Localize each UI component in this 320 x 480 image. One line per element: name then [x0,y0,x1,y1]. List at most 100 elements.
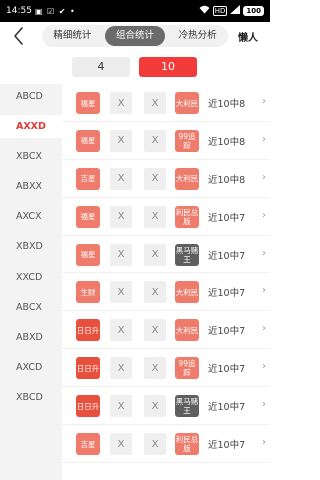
source-tag: 黑马赌王 [175,243,199,266]
empty-slot: X [144,92,166,114]
sidebar-item[interactable]: XXCD [0,266,62,289]
source-tag: 福星 [76,129,100,152]
empty-slot: X [144,319,166,342]
empty-slot: X [144,167,166,190]
empty-slot: X [144,205,166,228]
empty-slot: X [144,129,166,152]
source-tag: 吉星 [76,167,100,190]
empty-slot: X [110,319,132,342]
chevron-right-icon: › [262,171,266,183]
chevron-left-icon [14,27,23,45]
back-button[interactable] [8,24,30,48]
empty-slot: X [110,205,132,228]
tab-detail-stats[interactable]: 精细统计 [42,26,103,46]
sidebar-item[interactable]: ABXD [0,326,62,349]
chevron-right-icon: › [262,133,266,145]
sidebar-item[interactable]: XBCD [0,386,62,409]
list-item[interactable]: 日日升 X X 大利民 近10中7 › [62,311,270,350]
hit-rate-text: 近10中7 [208,250,246,262]
chevron-right-icon: › [262,285,266,297]
list-item[interactable]: 福星 X X 99追踪 近10中8 › [62,122,270,160]
empty-slot: X [110,92,132,114]
empty-slot: X [110,167,132,190]
status-bar: 14:55 ▣ ☑ ✔ • HD 100 [0,0,270,22]
empty-slot: X [110,243,132,266]
list-item[interactable]: 福星 X X 大利民 近10中8 › [62,84,270,122]
result-list: 福星 X X 大利民 近10中8 › 福星 X X 99追踪 近10中8 › 吉星 X X 大利民 近10中8 ›… [62,84,270,480]
hit-rate-text: 近10中8 [208,99,246,110]
source-tag: 生财 [76,281,100,304]
battery-icon: 100 [243,6,264,16]
status-time: 14:55 [6,6,32,16]
empty-slot: X [110,281,132,304]
source-tag: 福星 [76,205,100,228]
empty-slot: X [144,357,166,380]
source-tag: 日日升 [76,357,100,380]
source-tag: 福星 [76,243,100,266]
empty-slot: X [110,129,132,152]
hit-rate-text: 近10中7 [208,440,246,452]
empty-slot: X [110,395,132,418]
empty-slot: X [144,395,166,418]
sidebar-item[interactable]: AXXD [0,115,62,139]
chevron-right-icon: › [262,399,266,411]
sidebar-item[interactable]: XBCX [0,145,62,168]
empty-slot: X [144,281,166,304]
lazy-mode-button[interactable]: 懒人 [238,29,258,44]
source-tag: 利民总版 [175,205,199,228]
stats-tab-bar: 精细统计 组合统计 冷热分析 [42,25,228,47]
source-tag: 大利民 [175,319,199,342]
tab-hot-cold-analysis[interactable]: 冷热分析 [167,26,228,46]
empty-slot: X [144,243,166,266]
sidebar-item[interactable]: AXCD [0,356,62,379]
sidebar-item[interactable]: AXCX [0,205,62,228]
chevron-right-icon: › [262,247,266,259]
chevron-right-icon: › [262,437,266,449]
chevron-right-icon: › [262,323,266,335]
list-item[interactable]: 吉星 X X 大利民 近10中8 › [62,160,270,198]
chevron-right-icon: › [262,209,266,221]
source-tag: 99追踪 [175,357,199,380]
chevron-right-icon: › [262,96,266,107]
sidebar-item[interactable]: ABCX [0,296,62,319]
hit-rate-text: 近10中7 [208,364,246,376]
empty-slot: X [144,433,166,456]
source-tag: 99追踪 [175,129,199,152]
list-item[interactable]: 福星 X X 黑马赌王 近10中7 › [62,236,270,274]
sidebar-item[interactable]: ABXX [0,175,62,198]
pattern-sidebar: ABCD AXXD XBCX ABXX AXCX XBXD XXCD ABCX ABXD AXCD… [0,84,62,480]
count-option-4[interactable]: 4 [72,57,130,77]
list-item[interactable]: 吉星 X X 利民总版 近10中7 › [62,425,270,463]
source-tag: 日日升 [76,319,100,342]
list-item[interactable]: 生财 X X 大利民 近10中7 › [62,273,270,312]
top-header: 精细统计 组合统计 冷热分析 懒人 [0,22,270,50]
hit-rate-text: 近10中7 [208,402,246,414]
hit-rate-text: 近10中8 [208,174,246,186]
count-option-10[interactable]: 10 [139,57,197,77]
source-tag: 吉星 [76,433,100,456]
wifi-icon [199,5,210,17]
source-tag: 日日升 [76,395,100,418]
list-item[interactable]: 日日升 X X 黑马赌王 近10中7 › [62,387,270,426]
hit-rate-text: 近10中8 [208,136,246,148]
list-item[interactable]: 福星 X X 利民总版 近10中7 › [62,198,270,236]
signal-icon [230,5,241,17]
notification-icons: ▣ ☑ ✔ • [34,6,76,16]
status-right: HD 100 [199,5,264,17]
sidebar-item[interactable]: ABCD [0,85,62,108]
hit-rate-text: 近10中7 [208,326,246,338]
empty-slot: X [110,433,132,456]
tab-combo-stats[interactable]: 组合统计 [104,26,166,46]
app-screen: 14:55 ▣ ☑ ✔ • HD 100 精细统计 组合统计 冷热分析 懒人 4 [0,0,270,480]
source-tag: 大利民 [175,167,199,190]
chevron-right-icon: › [262,361,266,373]
source-tag: 利民总版 [175,433,199,456]
source-tag: 福星 [76,92,100,114]
source-tag: 大利民 [175,92,199,114]
sidebar-item[interactable]: XBXD [0,235,62,258]
list-item[interactable]: 日日升 X X 99追踪 近10中7 › [62,349,270,388]
hit-rate-text: 近10中7 [208,212,246,224]
count-toggle: 4 10 [0,50,270,84]
hit-rate-text: 近10中7 [208,288,246,300]
source-tag: 大利民 [175,281,199,304]
